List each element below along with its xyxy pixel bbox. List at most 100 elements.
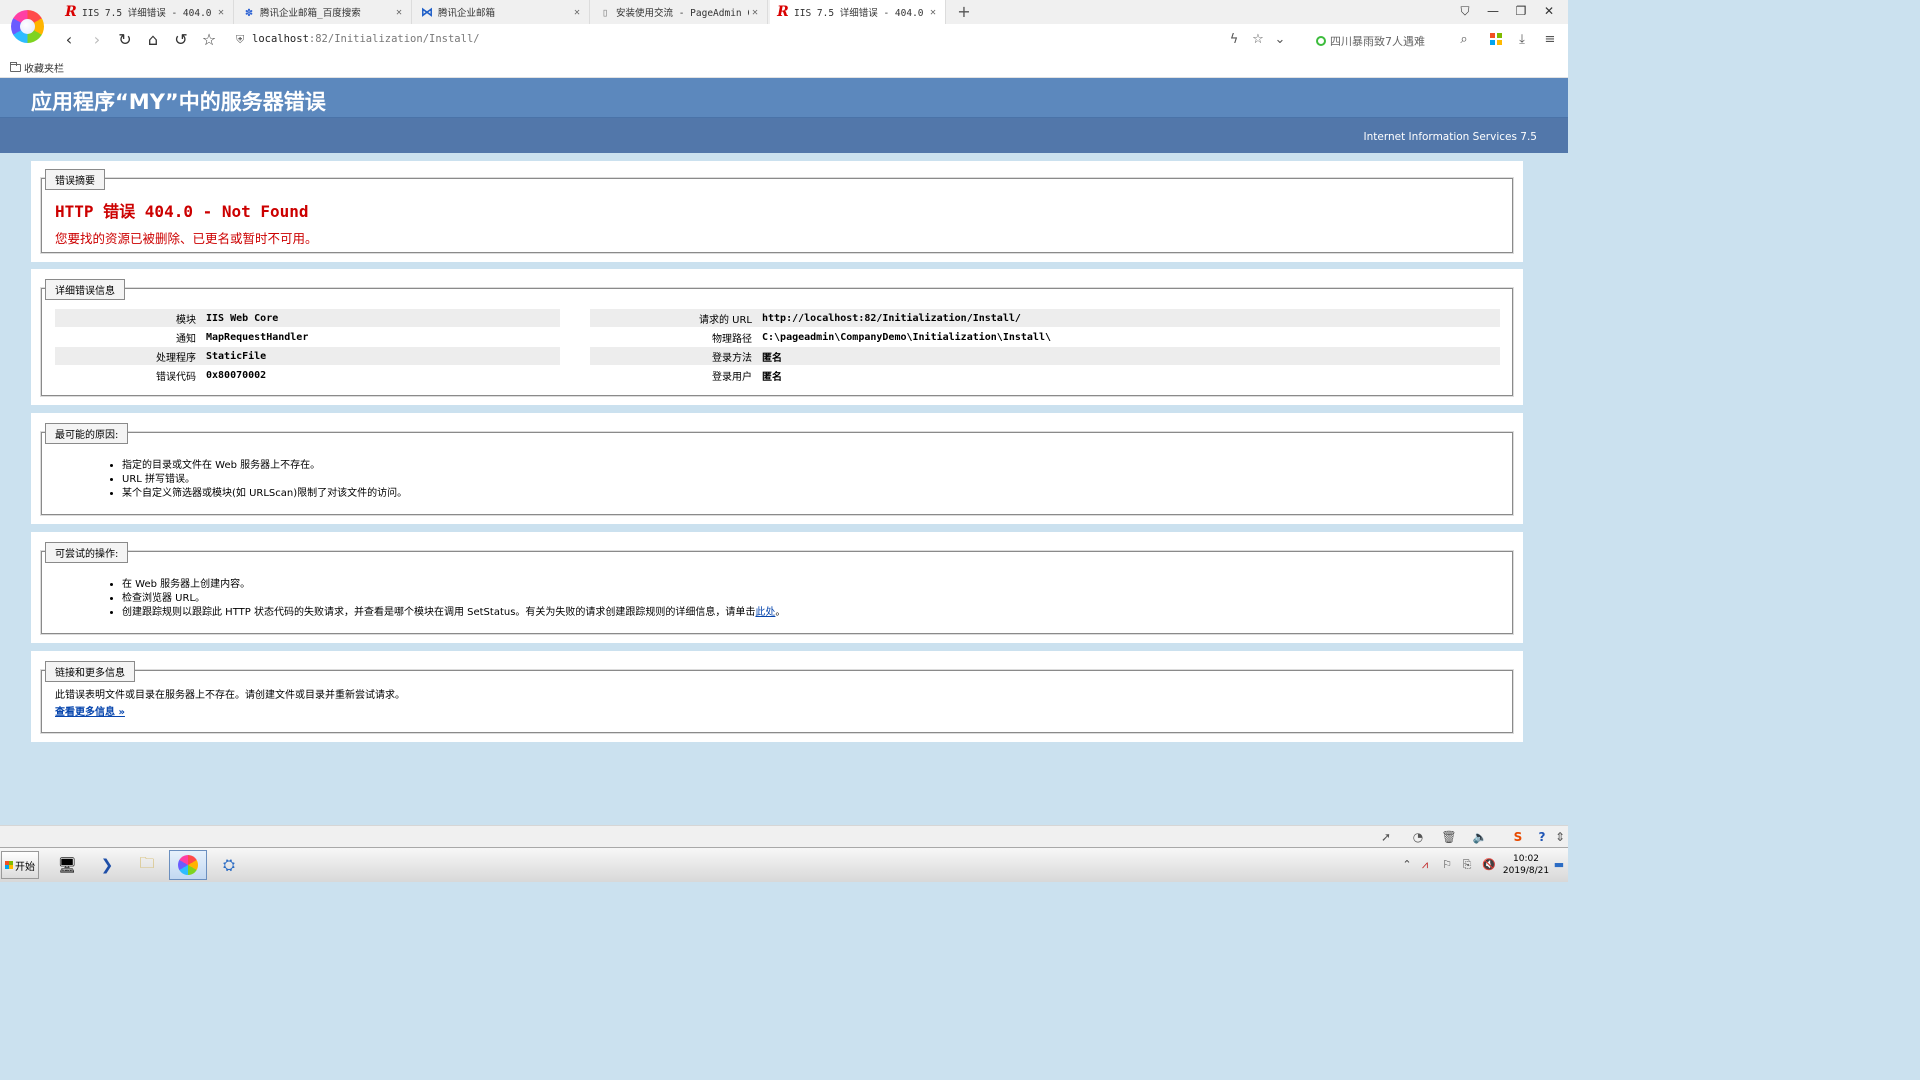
document-icon: ▯ — [601, 5, 609, 19]
list-item: 检查浏览器 URL。 — [122, 592, 785, 606]
search-ring-icon — [1316, 36, 1326, 46]
actions-panel: 可尝试的操作: 在 Web 服务器上创建内容。 检查浏览器 URL。 创建跟踪规… — [31, 532, 1523, 643]
detail-label: 处理程序 — [156, 352, 196, 364]
detail-label: 通知 — [176, 333, 196, 345]
detail-label: 登录方法 — [712, 352, 752, 364]
powershell-icon[interactable]: ❯ — [88, 850, 126, 880]
search-icon[interactable]: ⌕ — [1456, 32, 1472, 47]
forward-icon[interactable]: › — [88, 30, 106, 50]
search-suggestion-text: 四川暴雨致7人遇难 — [1330, 35, 1425, 48]
causes-legend: 最可能的原因: — [45, 423, 129, 444]
speed-icon[interactable]: ◔ — [1410, 830, 1426, 844]
detail-value: StaticFile — [206, 350, 267, 362]
detail-value: 匿名 — [762, 371, 782, 383]
more-info-legend: 链接和更多信息 — [45, 661, 135, 682]
error-description: 您要找的资源已被删除、已更名或暂时不可用。 — [55, 231, 318, 246]
detail-row-requested-url: 请求的 URL http://localhost:82/Initializati… — [590, 309, 1500, 327]
tab-title: IIS 7.5 详细错误 - 404.0 - — [794, 8, 927, 19]
volume-icon[interactable]: 🔈 — [1472, 830, 1488, 844]
reload-icon[interactable]: ↻ — [116, 30, 134, 50]
show-desktop-icon[interactable]: ▬ — [1552, 858, 1566, 871]
error-title: HTTP 错误 404.0 - Not Found — [55, 202, 309, 221]
lightning-icon[interactable]: ϟ — [1226, 32, 1242, 47]
speaker-icon[interactable]: 🔇 — [1482, 858, 1496, 871]
tray-app-icon[interactable]: ⩘ — [1418, 858, 1432, 872]
iis-manager-icon[interactable]: ⛭ — [210, 850, 248, 880]
close-icon[interactable]: ✕ — [571, 7, 583, 18]
page-title: 应用程序“MY”中的服务器错误 — [31, 90, 326, 114]
detail-row-logon-method: 登录方法 匿名 — [590, 347, 1500, 365]
new-tab-button[interactable]: + — [956, 2, 972, 21]
start-button[interactable]: 开始 — [1, 851, 39, 879]
server-manager-icon[interactable]: 🖥 — [48, 850, 86, 880]
more-info-link[interactable]: 查看更多信息 » — [55, 703, 125, 718]
baidu-paw-icon: ✽ — [245, 5, 253, 19]
here-link[interactable]: 此处 — [755, 607, 775, 618]
minimize-icon[interactable]: — — [1484, 4, 1502, 18]
restore-icon[interactable]: ❐ — [1512, 4, 1530, 18]
close-icon[interactable]: ✕ — [215, 7, 227, 18]
browser-taskbar-icon[interactable] — [169, 850, 207, 880]
undo-close-icon[interactable]: ↺ — [172, 30, 190, 50]
home-icon[interactable]: ⌂ — [144, 30, 162, 50]
back-icon[interactable]: ‹ — [60, 30, 78, 50]
chevron-down-icon[interactable]: ⌄ — [1272, 32, 1288, 47]
window-close-icon[interactable]: ✕ — [1540, 4, 1558, 18]
taskbar-clock[interactable]: 10:02 2019/8/21 — [1500, 853, 1552, 877]
close-icon[interactable]: ✕ — [393, 7, 405, 18]
url-input[interactable]: localhost:82/Initialization/Install/ — [252, 33, 480, 45]
tab-tencent-mail[interactable]: ⋈ 腾讯企业邮箱 ✕ — [414, 0, 590, 24]
sogou-s-icon[interactable]: S — [1510, 830, 1526, 844]
page-content: 应用程序“MY”中的服务器错误 Internet Information Ser… — [0, 78, 1568, 825]
bookmarks-folder[interactable]: 收藏夹栏 — [10, 60, 64, 75]
tray-expand-icon[interactable]: ⌃ — [1400, 858, 1414, 871]
tab-iis-error-active[interactable]: R IIS 7.5 详细错误 - 404.0 - ✕ — [770, 0, 946, 24]
menu-icon[interactable]: ≡ — [1542, 32, 1558, 47]
action-center-flag-icon[interactable]: ⚐ — [1440, 858, 1454, 871]
detail-label: 模块 — [176, 314, 196, 326]
close-icon[interactable]: ✕ — [927, 7, 939, 18]
tab-baidu-search[interactable]: ✽ 腾讯企业邮箱_百度搜索 ✕ — [236, 0, 412, 24]
list-item: 某个自定义筛选器或模块(如 URLScan)限制了对该文件的访问。 — [122, 487, 407, 501]
tencent-mail-icon: ⋈ — [421, 5, 433, 19]
summary-legend: 错误摘要 — [45, 169, 105, 190]
bookmark-star-icon[interactable]: ☆ — [1250, 32, 1266, 47]
list-item: URL 拼写错误。 — [122, 473, 407, 487]
list-item: 在 Web 服务器上创建内容。 — [122, 578, 785, 592]
shirt-skin-icon[interactable]: ⛉ — [1456, 4, 1474, 19]
favorite-star-icon[interactable]: ☆ — [200, 30, 218, 50]
tab-pageadmin[interactable]: ▯ 安装使用交流 - PageAdmin CM ✕ — [592, 0, 768, 24]
rocket-icon[interactable]: ➚ — [1378, 830, 1394, 844]
actions-list: 在 Web 服务器上创建内容。 检查浏览器 URL。 创建跟踪规则以跟踪此 HT… — [108, 578, 785, 620]
dropdown-icon[interactable]: ⇕ — [1552, 830, 1568, 844]
file-explorer-icon[interactable]: 🗀 — [128, 850, 166, 880]
actions-fieldset: 可尝试的操作: 在 Web 服务器上创建内容。 检查浏览器 URL。 创建跟踪规… — [41, 542, 1513, 634]
apps-grid-icon[interactable] — [1490, 33, 1502, 45]
details-panel: 详细错误信息 模块 IIS Web Core 通知 MapRequestHand… — [31, 269, 1523, 405]
close-icon[interactable]: ✕ — [749, 7, 761, 18]
download-icon[interactable]: ⤓ — [1514, 32, 1530, 47]
tab-title: 安装使用交流 - PageAdmin CM — [616, 8, 749, 19]
causes-fieldset: 最可能的原因: 指定的目录或文件在 Web 服务器上不存在。 URL 拼写错误。… — [41, 423, 1513, 515]
search-suggestion[interactable]: 四川暴雨致7人遇难 — [1316, 33, 1425, 49]
more-info-text: 此错误表明文件或目录在服务器上不存在。请创建文件或目录并重新尝试请求。 — [55, 690, 405, 701]
detail-label: 物理路径 — [712, 333, 752, 345]
browser-ball-icon — [178, 855, 198, 875]
help-icon[interactable]: ? — [1534, 830, 1550, 844]
trash-icon[interactable]: 🗑 — [1441, 830, 1457, 844]
tab-iis-error-1[interactable]: R IIS 7.5 详细错误 - 404.0 - ✕ — [58, 0, 234, 24]
action-text: 创建跟踪规则以跟踪此 HTTP 状态代码的失败请求，并查看是哪个模块在调用 Se… — [122, 607, 756, 618]
detail-value: IIS Web Core — [206, 312, 279, 324]
shield-icon[interactable]: ⛨ — [236, 33, 244, 47]
network-icon[interactable]: ⎘ — [1460, 858, 1474, 872]
detail-row-physical-path: 物理路径 C:\pageadmin\CompanyDemo\Initializa… — [590, 328, 1500, 346]
windows-taskbar: 开始 🖥 ❯ 🗀 ⛭ ⌃ ⩘ ⚐ ⎘ 🔇 10:02 2019/8/21 ▬ — [0, 847, 1568, 882]
browser-logo-icon[interactable] — [11, 10, 44, 43]
detail-row-module: 模块 IIS Web Core — [55, 309, 560, 327]
list-item: 指定的目录或文件在 Web 服务器上不存在。 — [122, 459, 407, 473]
bookmarks-bar: 收藏夹栏 — [0, 56, 1568, 78]
iis-r-icon: R — [777, 4, 789, 20]
detail-value: MapRequestHandler — [206, 331, 309, 343]
browser-tab-bar: R IIS 7.5 详细错误 - 404.0 - ✕ ✽ 腾讯企业邮箱_百度搜索… — [0, 0, 1568, 24]
windows-flag-icon — [5, 861, 13, 869]
